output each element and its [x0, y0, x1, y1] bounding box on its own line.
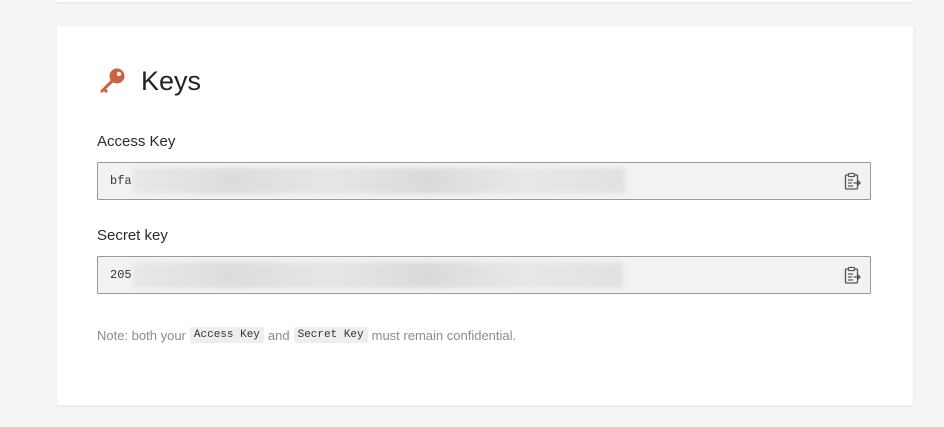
note-middle: and — [267, 327, 290, 343]
secret-key-label: Secret key — [97, 227, 168, 244]
keys-header: Keys — [97, 64, 201, 98]
access-key-label: Access Key — [97, 133, 176, 150]
previous-card — [57, 0, 913, 2]
access-key-redaction — [133, 168, 625, 194]
key-icon — [97, 66, 127, 96]
clipboard-icon — [844, 266, 861, 284]
secret-key-field[interactable]: 205 — [97, 256, 871, 294]
note-code-secret-key: Secret Key — [293, 327, 368, 343]
section-title: Keys — [141, 65, 202, 96]
note-prefix: Note: both your — [97, 327, 186, 343]
note-code-access-key: Access Key — [189, 327, 264, 343]
keys-card: Keys Access Key bfa Secret key 205 Note:… — [57, 26, 913, 405]
access-key-field[interactable]: bfa — [97, 162, 871, 200]
confidentiality-note: Note: both your Access Key and Secret Ke… — [97, 327, 516, 343]
copy-secret-key-button[interactable] — [844, 266, 862, 285]
note-suffix: must remain confidential. — [371, 327, 517, 343]
access-key-value: bfa — [110, 174, 132, 188]
clipboard-icon — [844, 172, 861, 190]
secret-key-redaction — [133, 262, 623, 288]
copy-access-key-button[interactable] — [844, 172, 862, 191]
secret-key-value: 205 — [110, 268, 132, 282]
